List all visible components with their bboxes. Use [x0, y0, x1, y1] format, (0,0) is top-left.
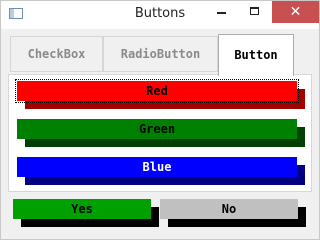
green-button[interactable]: Green — [17, 119, 305, 147]
close-icon: ✕ — [289, 4, 302, 20]
minimize-button[interactable] — [207, 1, 236, 23]
maximize-button[interactable] — [240, 1, 269, 23]
tab-radiobutton[interactable]: RadioButton — [103, 36, 218, 72]
no-button[interactable]: No — [160, 199, 306, 227]
blue-button-label: Blue — [142, 160, 172, 174]
close-button[interactable]: ✕ — [272, 1, 319, 23]
title-bar[interactable]: Buttons ✕ — [1, 1, 319, 29]
tab-button[interactable]: Button — [218, 34, 294, 76]
no-button-label: No — [221, 202, 237, 216]
maximize-icon — [250, 7, 259, 15]
focus-indicator — [15, 79, 299, 103]
blue-button[interactable]: Blue — [17, 157, 305, 185]
minimize-icon — [217, 12, 226, 14]
button-tab-panel: Red Green Blue — [8, 74, 312, 192]
tab-checkbox[interactable]: CheckBox — [10, 36, 103, 72]
red-button[interactable]: Red — [15, 79, 305, 109]
yes-button[interactable]: Yes — [13, 199, 159, 227]
tab-bar: CheckBox RadioButton Button — [8, 34, 312, 76]
yes-button-label: Yes — [71, 202, 93, 216]
green-button-label: Green — [138, 122, 176, 136]
